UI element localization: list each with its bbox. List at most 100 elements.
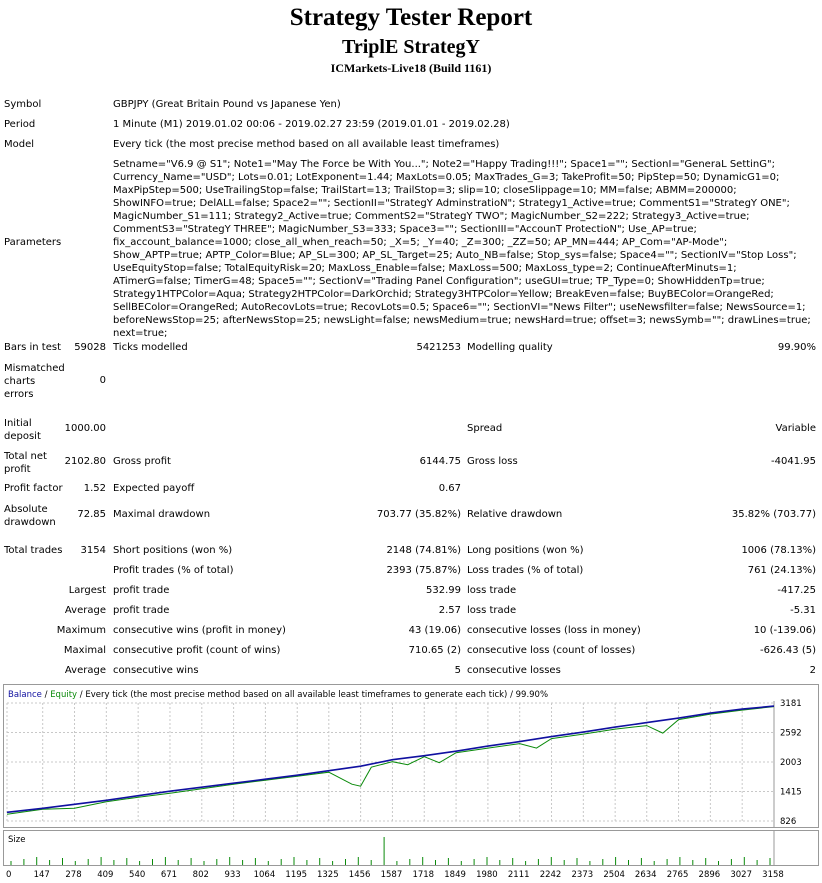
maxdd-label: Maximal drawdown [113, 509, 211, 520]
parameters-label: Parameters [4, 237, 62, 248]
max-wins-value: 43 (19.06) [408, 625, 461, 636]
avg-losses-value: 2 [809, 665, 816, 676]
quality-label: Modelling quality [467, 342, 553, 353]
ticks-label: Ticks modelled [113, 342, 188, 353]
legend-sep: / [42, 690, 50, 700]
profit-trades-label: Profit trades (% of total) [113, 565, 234, 576]
pf-value: 1.52 [83, 483, 106, 494]
x-tick-label: 802 [193, 870, 209, 880]
maximal-label: Maximal [63, 645, 106, 656]
x-tick-label: 1064 [254, 870, 276, 880]
x-tick-label: 409 [97, 870, 113, 880]
pf-label: Profit factor [4, 483, 63, 494]
max-wins-label: consecutive wins (profit in money) [113, 625, 286, 636]
grossloss-value: -4041.95 [771, 456, 816, 467]
x-tick-label: 2373 [572, 870, 594, 880]
x-tick-label: 540 [129, 870, 145, 880]
largest-loss-label: loss trade [467, 585, 517, 596]
grossloss-label: Gross loss [467, 456, 518, 467]
trades-label: Total trades [4, 545, 63, 556]
largest-profit-label: profit trade [113, 585, 170, 596]
strategy-name: TriplE StrategY [342, 36, 480, 58]
x-tick-label: 1456 [349, 870, 371, 880]
reldd-value: 35.82% (703.77) [731, 509, 816, 520]
ep-value: 0.67 [438, 483, 461, 494]
spread-label: Spread [467, 423, 503, 434]
netprofit-label: Total net profit [4, 451, 47, 475]
short-label: Short positions (won %) [113, 545, 233, 556]
maximal-profit-label: consecutive profit (count of wins) [113, 645, 281, 656]
x-tick-label: 2242 [540, 870, 562, 880]
x-tick-label: 2111 [508, 870, 530, 880]
average-loss-value: -5.31 [790, 605, 816, 616]
chart-legend: Balance / Equity / Every tick (the most … [8, 690, 548, 700]
deposit-label: Initial deposit [4, 418, 41, 442]
size-label: Size [8, 835, 25, 845]
average-consec-label: Average [64, 665, 106, 676]
maximal-loss-value: -626.43 (5) [760, 645, 816, 656]
maximal-profit-value: 710.65 (2) [408, 645, 461, 656]
symbol-value: GBPJPY (Great Britain Pound vs Japanese … [113, 99, 341, 110]
largest-loss-value: -417.25 [777, 585, 816, 596]
x-tick-label: 2765 [667, 870, 689, 880]
max-losses-value: 10 (-139.06) [753, 625, 816, 636]
grossprofit-label: Gross profit [113, 456, 171, 467]
loss-trades-label: Loss trades (% of total) [467, 565, 584, 576]
deposit-value: 1000.00 [64, 423, 106, 434]
x-tick-label: 3158 [762, 870, 784, 880]
grossprofit-value: 6144.75 [419, 456, 461, 467]
ticks-value: 5421253 [416, 342, 461, 353]
average-loss-label: loss trade [467, 605, 517, 616]
trades-value: 3154 [80, 545, 106, 556]
y-tick-label: 3181 [780, 699, 802, 709]
absdd-label: Absolute drawdown [4, 504, 56, 528]
x-tick-label: 2634 [635, 870, 657, 880]
x-tick-label: 2504 [603, 870, 625, 880]
largest-profit-value: 532.99 [426, 585, 461, 596]
average-profit-label: profit trade [113, 605, 170, 616]
average-profit-value: 2.57 [438, 605, 461, 616]
avg-wins-value: 5 [454, 665, 461, 676]
avg-losses-label: consecutive losses [467, 665, 561, 676]
model-value: Every tick (the most precise method base… [113, 139, 500, 150]
spread-value: Variable [775, 423, 817, 434]
average-label: Average [64, 605, 106, 616]
series-balance-line [6, 705, 775, 814]
x-tick-label: 1195 [285, 870, 307, 880]
balance-chart-svg: Balance / Equity / Every tick (the most … [6, 690, 802, 827]
x-axis: 0 147 278 409 540 671 802 933 1064 1195 1325 1456 15… [6, 870, 784, 880]
model-label: Model [4, 139, 35, 150]
mismatch-label: Mismatched charts errors [4, 363, 65, 400]
loss-trades-value: 761 (24.13%) [747, 565, 816, 576]
legend-equity: Equity [50, 690, 77, 700]
x-tick-label: 1980 [476, 870, 498, 880]
maximal-loss-label: consecutive loss (count of losses) [467, 645, 636, 656]
x-tick-label: 671 [161, 870, 177, 880]
parameters-value: Setname="V6.9 @ S1"; Note1="May The Forc… [113, 159, 811, 339]
balance-chart: Balance / Equity / Every tick (the most … [3, 684, 819, 828]
long-value: 1006 (78.13%) [741, 545, 816, 556]
y-tick-label: 2003 [780, 758, 802, 768]
x-tick-label: 3027 [730, 870, 752, 880]
mismatch-value: 0 [99, 375, 106, 386]
avg-wins-label: consecutive wins [113, 665, 199, 676]
x-tick-label: 1849 [444, 870, 466, 880]
size-chart-svg: Size [8, 831, 775, 865]
legend-balance: Balance [8, 690, 42, 700]
y-tick-label: 2592 [780, 729, 802, 739]
maximum-label: Maximum [56, 625, 106, 636]
size-chart: Size [3, 830, 819, 866]
x-tick-label: 933 [224, 870, 240, 880]
x-tick-label: 0 [6, 870, 11, 880]
server-name: ICMarkets-Live18 (Build 1161) [330, 61, 492, 75]
x-tick-label: 147 [34, 870, 50, 880]
long-label: Long positions (won %) [467, 545, 584, 556]
short-value: 2148 (74.81%) [386, 545, 461, 556]
bars-value: 59028 [74, 342, 106, 353]
x-tick-label: 1718 [412, 870, 434, 880]
legend-description: / Every tick (the most precise method ba… [77, 690, 548, 700]
profit-trades-value: 2393 (75.87%) [386, 565, 461, 576]
y-tick-label: 826 [780, 817, 796, 827]
largest-label: Largest [68, 585, 106, 596]
bars-label: Bars in test [4, 342, 61, 353]
